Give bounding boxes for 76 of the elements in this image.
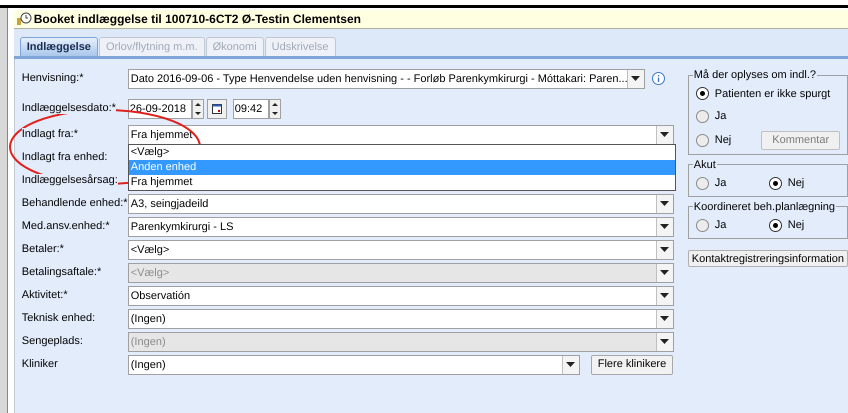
clock-icon	[16, 12, 32, 26]
radio-label: Ja	[714, 109, 726, 124]
dropdown-field[interactable]: A3, seingjadeild	[128, 194, 674, 214]
radio-button[interactable]	[768, 218, 782, 232]
field-label: Indlæggelsesdato:*	[22, 102, 116, 114]
field-label: Betalingsaftale:*	[22, 266, 102, 278]
radio-label: Nej	[788, 176, 804, 191]
info-icon[interactable]	[652, 72, 665, 85]
radio-button[interactable]	[696, 218, 709, 232]
more-clinicians-button[interactable]: Flere klinikere	[590, 354, 674, 374]
tab[interactable]: Indlæggelse	[20, 37, 98, 56]
up-arrow-icon	[194, 102, 201, 106]
caret-icon	[660, 293, 670, 298]
caret-icon	[660, 247, 670, 252]
field-label: Betaler:*	[22, 243, 64, 256]
dropdown-field[interactable]: Dato 2016-09-06 - Type Henvendelse uden henvisning - - Forløb Parenkymkirurgi - Móttakari: Paren...	[128, 68, 645, 88]
field-value: Fra hjemmet	[130, 128, 194, 142]
field-label: Med.ansv.enhed:*	[22, 220, 110, 232]
radio-button[interactable]	[696, 110, 709, 123]
caret-icon	[660, 270, 670, 275]
field-value: Observatión	[130, 288, 192, 304]
caret-icon	[660, 201, 670, 206]
field-value: Parenkymkirurgi - LS	[130, 220, 234, 234]
dropdown-option[interactable]: <Vælg>	[128, 144, 675, 160]
calendar-icon	[212, 104, 222, 114]
radio-button[interactable]	[768, 176, 782, 190]
radio-label: Nej	[714, 132, 732, 148]
dropdown-field[interactable]: (Ingen)	[128, 354, 580, 374]
caret-icon	[660, 132, 670, 137]
field-label: Indlagt fra:*	[22, 128, 78, 140]
field-value: <Vælg>	[130, 242, 170, 258]
field-label: Teknisk enhed:	[22, 312, 96, 324]
group-title: Må der oplyses om indl.?	[692, 68, 818, 83]
radio-button[interactable]	[696, 176, 709, 190]
date-field[interactable]: 26-09-2018	[128, 98, 192, 118]
radio-label: Ja	[714, 218, 726, 233]
radio-button[interactable]	[696, 87, 709, 100]
dropdown-field[interactable]: Observatión	[128, 286, 674, 306]
caret-icon	[566, 362, 576, 367]
caret-icon	[660, 339, 670, 344]
time-field[interactable]: 09:42	[232, 98, 269, 118]
radio-label: Nej	[788, 218, 804, 233]
field-label: Henvisning:*	[22, 72, 84, 84]
field-label: Indlagt fra enhed:	[22, 151, 108, 164]
dropdown-field[interactable]: <Vælg>	[128, 240, 674, 260]
calendar-button[interactable]	[206, 98, 227, 118]
spinner-button[interactable]	[192, 98, 204, 118]
field-value: A3, seingjadeild	[130, 196, 210, 212]
caret-icon	[660, 224, 670, 229]
field-label: Indlæggelsesårsag:	[22, 174, 118, 186]
down-arrow-icon	[194, 112, 201, 114]
dropdown-option[interactable]: Fra hjemmet	[128, 174, 675, 190]
spinner-button[interactable]	[268, 98, 281, 118]
dropdown-field[interactable]: Parenkymkirurgi - LS	[128, 216, 674, 236]
radio-label: Patienten er ikke spurgt	[714, 86, 830, 102]
field-value: (Ingen)	[130, 334, 167, 350]
dropdown-field[interactable]: Fra hjemmet	[128, 124, 674, 144]
caret-icon	[660, 316, 670, 321]
field-label: Aktivitet:*	[22, 289, 68, 302]
field-value: (Ingen)	[130, 358, 167, 372]
radio-button[interactable]	[696, 134, 709, 146]
group-title: Koordineret beh.planlægning	[692, 200, 836, 214]
field-label: Kliniker	[22, 358, 58, 370]
caret-icon	[631, 76, 640, 81]
radio-label: Ja	[714, 176, 726, 191]
dropdown-field[interactable]: (Ingen)	[128, 308, 674, 328]
field-value: <Vælg>	[130, 266, 170, 280]
field-value: Dato 2016-09-06 - Type Henvendelse uden henvisning - - Forløb Parenkymkirurgi - Móttakari: Paren...	[130, 72, 627, 86]
field-label: Behandlende enhed:*	[22, 197, 128, 210]
down-arrow-icon	[272, 112, 278, 114]
group-title: Akut	[692, 158, 717, 172]
window-title: Booket indlæggelse til 100710-6CT2 Ø-Testin Clementsen	[34, 11, 361, 28]
field-value: (Ingen)	[130, 312, 167, 326]
contact-info-button[interactable]: Kontaktregistreringsinformation	[688, 250, 848, 266]
field-label: Sengeplads:	[22, 335, 83, 348]
up-arrow-icon	[272, 102, 278, 106]
